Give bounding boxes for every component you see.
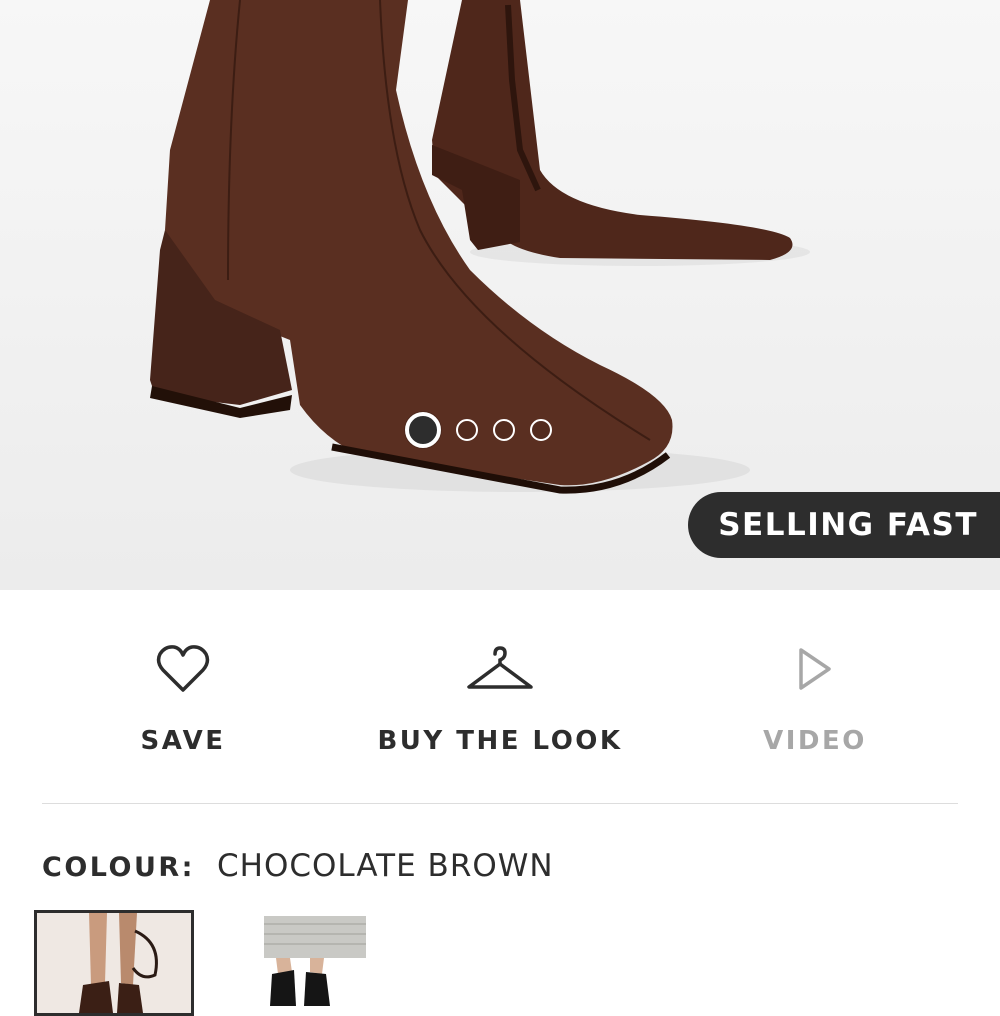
slide-dot-3[interactable]	[493, 419, 515, 441]
selling-fast-badge: SELLING FAST	[688, 492, 1000, 558]
product-actions: SAVE BUY THE LOOK VIDEO	[0, 640, 1000, 770]
colour-value: CHOCOLATE BROWN	[216, 848, 554, 884]
heart-icon	[148, 640, 218, 698]
hanger-icon	[465, 640, 535, 698]
product-image-gallery[interactable]: SELLING FAST	[0, 0, 1000, 590]
chocolate-brown-thumbnail[interactable]	[34, 910, 194, 1016]
black-thumbnail[interactable]	[264, 916, 366, 1006]
play-icon	[780, 640, 850, 698]
slide-dot-4[interactable]	[530, 419, 552, 441]
slide-dot-1[interactable]	[405, 412, 441, 448]
gallery-pagination	[405, 412, 552, 448]
colour-row: COLOUR: CHOCOLATE BROWN	[42, 848, 554, 884]
slide-dot-2[interactable]	[456, 419, 478, 441]
buy-the-look-label: BUY THE LOOK	[377, 726, 623, 756]
save-button[interactable]: SAVE	[108, 640, 258, 770]
save-label: SAVE	[140, 726, 226, 756]
video-label: VIDEO	[763, 726, 867, 756]
divider	[42, 803, 958, 804]
colour-label: COLOUR:	[42, 852, 195, 883]
video-button[interactable]: VIDEO	[740, 640, 890, 770]
buy-the-look-button[interactable]: BUY THE LOOK	[370, 640, 630, 770]
